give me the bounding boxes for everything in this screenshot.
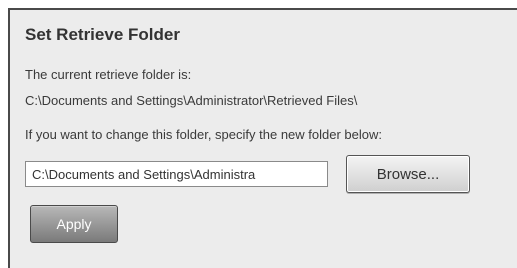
new-folder-input[interactable] [25,161,328,187]
panel-title: Set Retrieve Folder [25,25,180,44]
browse-button[interactable]: Browse... [346,155,470,193]
current-folder-label: The current retrieve folder is: [25,67,192,82]
set-retrieve-folder-panel: Set Retrieve Folder The current retrieve… [8,8,517,268]
change-folder-instruction: If you want to change this folder, speci… [25,127,382,142]
apply-button[interactable]: Apply [30,205,118,243]
current-folder-path: C:\Documents and Settings\Administrator\… [25,93,358,108]
